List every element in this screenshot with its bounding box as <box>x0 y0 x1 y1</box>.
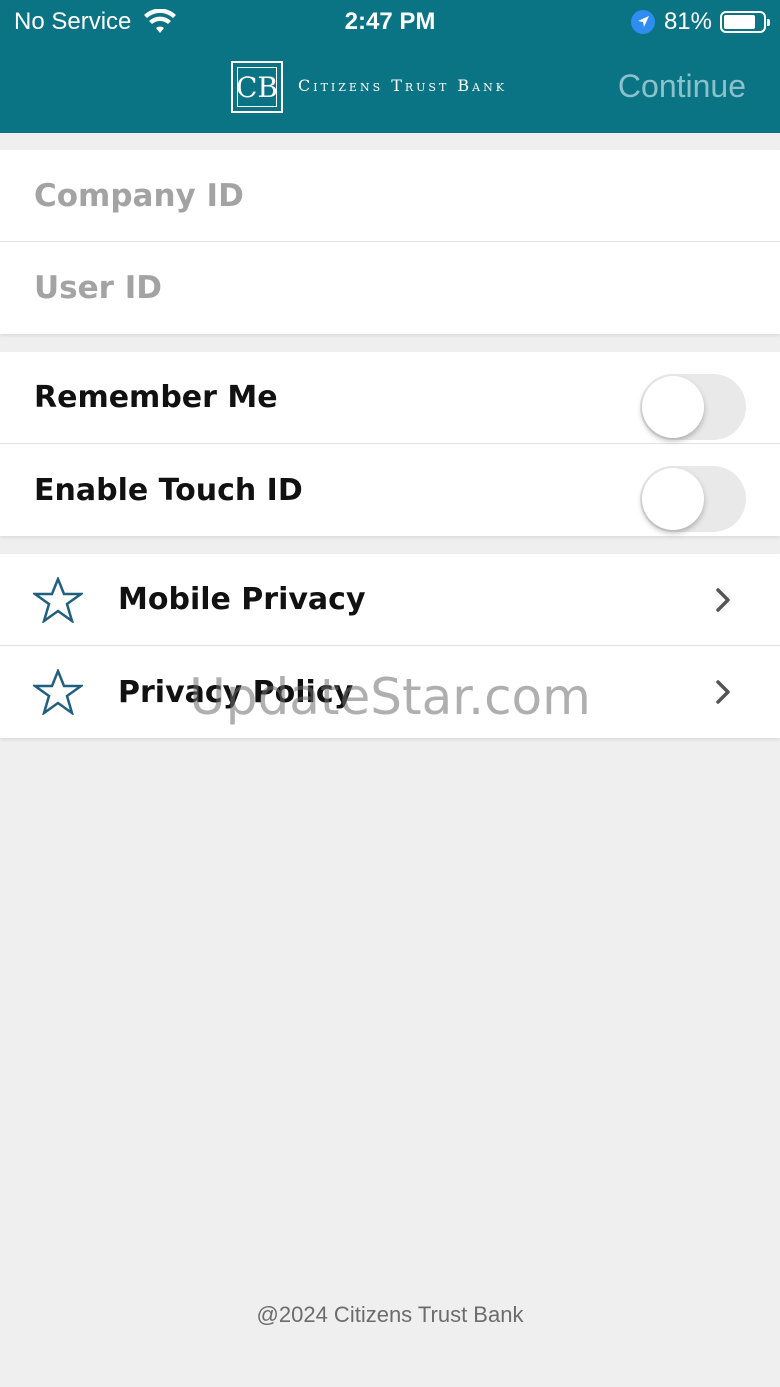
chevron-right-icon <box>716 588 730 612</box>
mobile-privacy-label: Mobile Privacy <box>118 582 366 617</box>
status-bar: No Service 2:47 PM 81% <box>0 0 780 44</box>
touch-id-toggle[interactable] <box>640 466 746 532</box>
user-id-row <box>0 242 780 334</box>
touch-id-label: Enable Touch ID <box>34 472 303 508</box>
battery-percent: 81% <box>663 8 712 35</box>
remember-me-label: Remember Me <box>34 380 278 415</box>
touch-id-row: Enable Touch ID <box>0 444 780 536</box>
settings-group: Remember Me Enable Touch ID <box>0 352 780 536</box>
remember-me-row: Remember Me <box>0 352 780 444</box>
star-icon <box>33 669 83 715</box>
continue-button[interactable]: Continue <box>618 68 746 105</box>
toggle-knob <box>642 376 704 438</box>
company-id-input[interactable] <box>0 149 780 242</box>
company-id-row <box>0 149 780 242</box>
bank-name: Citizens Trust Bank <box>298 76 507 95</box>
app-header: No Service 2:47 PM 81% CB Citizens Trust… <box>0 0 780 133</box>
star-icon <box>33 577 83 623</box>
login-fields-group <box>0 149 780 334</box>
status-right: 81% <box>630 8 770 36</box>
battery-fill <box>724 15 755 29</box>
logo-letters: CB <box>236 67 278 107</box>
bank-logo-icon: CB <box>231 61 283 113</box>
user-id-input[interactable] <box>0 242 780 334</box>
copyright-footer: @2024 Citizens Trust Bank <box>256 1302 524 1327</box>
remember-me-toggle[interactable] <box>640 374 746 440</box>
privacy-policy-link[interactable]: Privacy Policy <box>0 646 780 738</box>
links-group: Mobile Privacy Privacy Policy <box>0 554 780 738</box>
chevron-right-icon <box>716 680 730 704</box>
mobile-privacy-link[interactable]: Mobile Privacy <box>0 554 780 646</box>
location-icon <box>630 10 655 34</box>
battery-icon <box>720 11 770 33</box>
privacy-policy-label: Privacy Policy <box>118 674 354 710</box>
toggle-knob <box>642 468 704 530</box>
